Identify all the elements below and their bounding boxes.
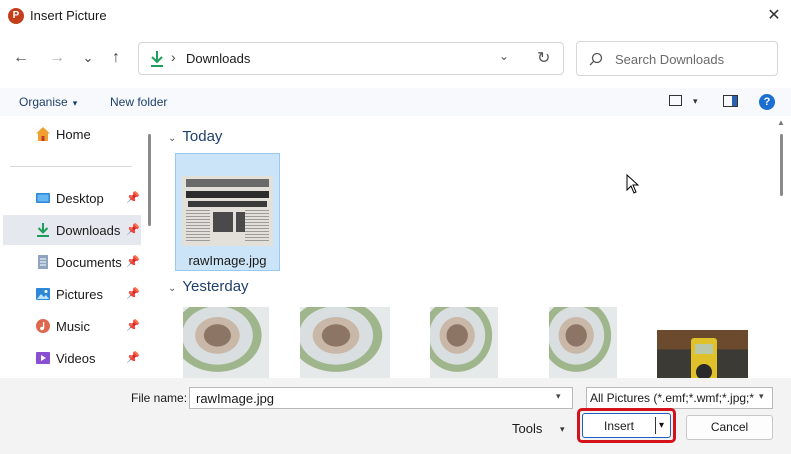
pin-icon[interactable]: 📌 [126, 255, 140, 268]
split-divider [655, 417, 656, 434]
sidebar-scrollbar[interactable] [148, 134, 151, 226]
window-title: Insert Picture [30, 8, 107, 23]
forward-button[interactable]: → [45, 46, 69, 70]
dialog-footer: File name: ▾ All Pictures (*.emf;*.wmf;*… [0, 378, 791, 454]
newspaper-thumbnail [182, 176, 273, 246]
pin-icon[interactable]: 📌 [126, 191, 140, 204]
organise-menu[interactable]: Organise ▾ [19, 95, 77, 109]
close-button[interactable]: ✕ [760, 4, 788, 28]
chevron-down-icon: ▾ [72, 98, 78, 108]
multimeter-display [695, 344, 713, 354]
search-input[interactable] [615, 50, 765, 68]
address-bar[interactable]: › Downloads ⌄ ↻ [138, 42, 564, 75]
image-thumbnail-food[interactable] [549, 307, 617, 378]
file-name-input[interactable] [189, 387, 573, 409]
pin-icon[interactable]: 📌 [126, 319, 140, 332]
sidebar-item-music[interactable]: Music 📌 [3, 311, 141, 341]
sidebar-item-pictures[interactable]: Pictures 📌 [3, 279, 141, 309]
cancel-button[interactable]: Cancel [686, 415, 773, 440]
new-folder-button[interactable]: New folder [110, 95, 167, 109]
newspaper-headline [186, 191, 269, 198]
help-icon[interactable]: ? [759, 94, 775, 110]
pin-icon[interactable]: 📌 [126, 287, 140, 300]
desktop-icon [36, 193, 50, 203]
image-thumbnail-food[interactable] [300, 307, 390, 378]
recent-locations-button[interactable]: ⌄ [76, 46, 100, 70]
image-thumbnail-multimeter[interactable] [657, 330, 748, 378]
file-type-filter[interactable]: All Pictures (*.emf;*.wmf;*.jpg;* [586, 387, 773, 409]
pictures-icon [36, 288, 50, 300]
tools-dropdown-icon[interactable]: ▾ [560, 424, 565, 435]
view-options-dropdown[interactable]: ▾ [693, 96, 698, 107]
sidebar-item-label: Pictures [56, 287, 103, 302]
scroll-up-icon[interactable]: ▲ [777, 118, 785, 127]
back-button[interactable]: ← [9, 46, 33, 70]
sidebar-item-label: Videos [56, 351, 96, 366]
chevron-down-icon: ⌄ [168, 283, 177, 294]
file-name-label: File name: [131, 391, 188, 405]
tools-menu[interactable]: Tools [512, 421, 542, 436]
insert-options-dropdown[interactable]: ▾ [659, 420, 664, 431]
breadcrumb-separator: › [171, 49, 176, 65]
navigation-bar: ← → ⌄ ↑ › Downloads ⌄ ↻ [0, 36, 791, 82]
group-label: Yesterday [182, 278, 249, 295]
sidebar-item-label: Downloads [56, 223, 121, 238]
chevron-down-icon: ▾ [759, 391, 764, 401]
breadcrumb-downloads[interactable]: Downloads [186, 51, 250, 66]
download-icon [151, 51, 163, 67]
mouse-cursor-icon [626, 174, 640, 194]
file-name-label: rawImage.jpg [188, 253, 267, 268]
preview-pane-icon[interactable] [723, 95, 738, 107]
group-header-yesterday[interactable]: ⌄ Yesterday [168, 278, 249, 295]
image-thumbnail-food[interactable] [430, 307, 498, 378]
command-bar: Organise ▾ New folder ▾ ? [0, 88, 791, 116]
sidebar-item-label: Home [56, 127, 91, 142]
newspaper-subhead [188, 201, 267, 207]
file-tile-rawimage[interactable]: rawImage.jpg [175, 153, 280, 271]
sidebar-item-label: Desktop [56, 191, 104, 206]
title-bar: P Insert Picture ✕ [0, 0, 791, 32]
newspaper-photo [213, 212, 233, 232]
sidebar-item-documents[interactable]: Documents 📌 [3, 247, 141, 277]
newspaper-column [186, 210, 210, 242]
up-button[interactable]: ↑ [104, 46, 128, 70]
refresh-button[interactable]: ↻ [537, 48, 550, 68]
newspaper-column [245, 210, 269, 242]
sidebar-item-desktop[interactable]: Desktop 📌 [3, 183, 141, 213]
sidebar-item-home[interactable]: Home [3, 119, 141, 149]
powerpoint-icon: P [8, 8, 24, 24]
image-thumbnail-food[interactable] [183, 307, 269, 378]
multimeter-dial [696, 364, 712, 378]
music-icon [36, 319, 50, 333]
sidebar-item-label: Music [56, 319, 90, 334]
search-box[interactable] [576, 41, 778, 76]
insert-button[interactable]: Insert ▾ [582, 413, 671, 438]
sidebar-item-label: Documents [56, 255, 122, 270]
sidebar-item-videos[interactable]: Videos 📌 [3, 343, 141, 373]
newspaper-masthead [186, 179, 269, 187]
content-scrollbar[interactable] [780, 134, 783, 196]
video-icon [36, 352, 50, 364]
pin-icon[interactable]: 📌 [126, 351, 140, 364]
sidebar-item-downloads[interactable]: Downloads 📌 [3, 215, 141, 245]
home-icon [36, 127, 50, 141]
search-icon [589, 52, 603, 66]
group-header-today[interactable]: ⌄ Today [168, 128, 222, 145]
chevron-down-icon: ⌄ [168, 133, 177, 144]
file-name-dropdown[interactable]: ▾ [556, 391, 561, 402]
view-mode-icon[interactable] [669, 95, 682, 106]
address-history-dropdown[interactable]: ⌄ [499, 49, 509, 63]
sidebar-divider [10, 166, 132, 167]
organise-label: Organise [19, 95, 68, 109]
navigation-pane: Home Desktop 📌 Downloads 📌 Documents 📌 P… [0, 116, 156, 378]
file-list: ▲ ⌄ Today rawImage.jpg ⌄ Yesterday [160, 116, 791, 378]
document-icon [38, 255, 48, 269]
download-icon [37, 223, 49, 237]
pin-icon[interactable]: 📌 [126, 223, 140, 236]
insert-label: Insert [604, 419, 635, 433]
group-label: Today [182, 128, 223, 145]
